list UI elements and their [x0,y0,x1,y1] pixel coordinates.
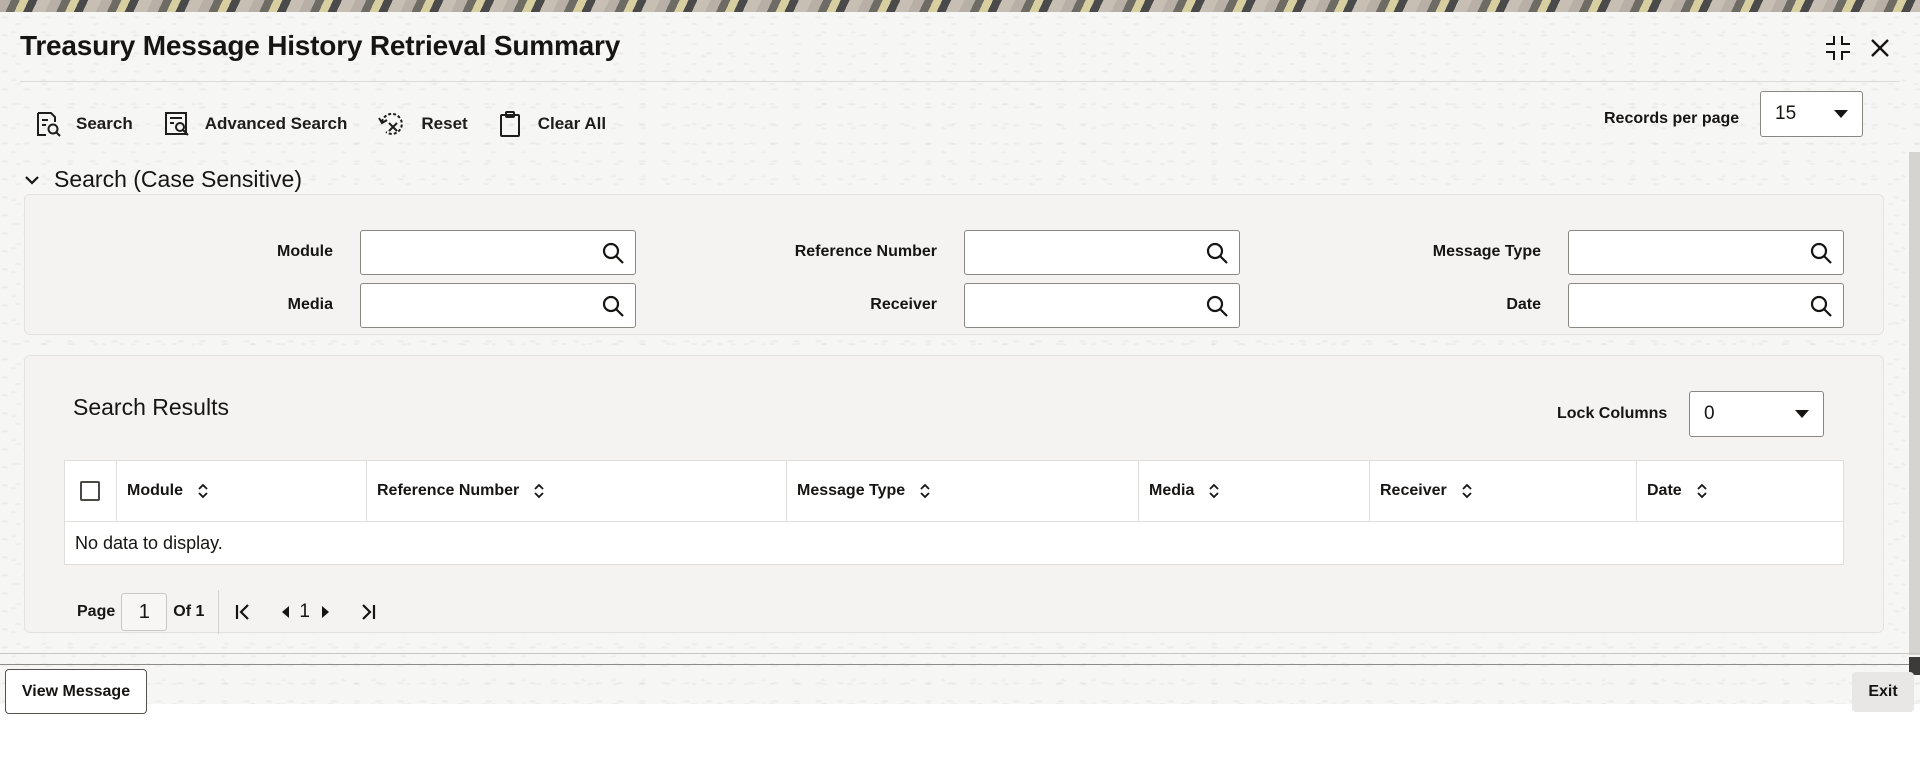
module-input[interactable] [361,231,581,274]
module-field[interactable] [360,230,636,275]
last-page-icon[interactable] [358,602,378,622]
column-label: Message Type [797,482,906,499]
chevron-down-icon [1795,410,1809,418]
search-icon[interactable] [601,294,625,323]
summary-window: Treasury Message History Retrieval Summa… [0,12,1920,714]
page-count-label: Of 1 [173,603,205,620]
column-label: Module [127,482,183,499]
column-header-module[interactable]: Module [117,461,367,521]
sort-icon[interactable] [1696,482,1708,500]
reset-button[interactable]: Reset [377,110,468,138]
page-number-input[interactable]: 1 [121,593,168,631]
pagination: Page 1 Of 1 1 [77,590,378,634]
column-label: Reference Number [377,482,520,499]
column-header-date[interactable]: Date [1637,461,1843,521]
search-icon[interactable] [1205,241,1229,270]
chevron-down-icon [1834,110,1848,118]
page-link-1[interactable]: 1 [299,601,310,623]
column-label: Date [1647,482,1682,499]
advanced-search-icon [164,112,189,136]
reference-number-label: Reference Number [794,243,937,260]
sort-icon[interactable] [1208,482,1220,500]
media-input[interactable] [361,284,581,327]
next-page-icon[interactable] [320,604,332,620]
lock-columns-value: 0 [1704,403,1715,424]
column-label: Receiver [1380,482,1447,499]
search-criteria-panel: Module Reference Number Message Type Med… [24,194,1884,335]
search-section-title: Search (Case Sensitive) [54,166,302,192]
vertical-scrollbar[interactable] [1909,152,1920,655]
collapse-icon[interactable] [1822,32,1854,64]
select-all-cell [65,461,117,521]
message-type-input[interactable] [1569,231,1789,274]
search-icon[interactable] [601,241,625,270]
column-header-message-type[interactable]: Message Type [787,461,1139,521]
search-icon[interactable] [1809,294,1833,323]
date-input[interactable] [1569,284,1789,327]
search-button[interactable]: Search [34,110,133,138]
clipboard-icon [499,111,520,137]
decorative-banner [0,0,1920,12]
chevron-down-icon [25,175,39,185]
column-header-reference-number[interactable]: Reference Number [367,461,787,521]
search-results-title: Search Results [73,394,229,420]
date-field[interactable] [1568,283,1844,328]
view-message-button[interactable]: View Message [5,669,147,714]
message-type-label: Message Type [1432,243,1541,260]
sort-icon[interactable] [533,482,545,500]
clear-all-button[interactable]: Clear All [498,110,606,138]
reference-number-field[interactable] [964,230,1240,275]
results-table: Module Reference Number Message Type Med… [64,460,1844,565]
reset-button-label: Reset [421,114,468,133]
media-label: Media [287,296,333,313]
footer-divider [0,653,1920,654]
exit-button[interactable]: Exit [1852,672,1914,712]
sort-icon[interactable] [197,482,209,500]
records-per-page-value: 15 [1775,103,1797,124]
search-section-toggle[interactable]: Search (Case Sensitive) [24,166,302,193]
reset-icon [378,112,404,135]
close-icon[interactable] [1864,32,1896,64]
select-all-checkbox[interactable] [80,481,100,501]
column-label: Media [1149,482,1195,499]
module-label: Module [277,243,333,260]
empty-table-message: No data to display. [75,533,223,553]
table-header: Module Reference Number Message Type Med… [65,461,1843,522]
media-field[interactable] [360,283,636,328]
previous-page-icon[interactable] [279,604,291,620]
records-per-page-select[interactable]: 15 [1760,91,1863,137]
lock-columns-select[interactable]: 0 [1689,391,1824,437]
records-per-page-label: Records per page [1604,110,1740,127]
clear-all-label: Clear All [537,114,607,133]
first-page-icon[interactable] [233,602,253,622]
toolbar: Search Advanced Search Reset Clear All [34,110,636,138]
page-label: Page [77,603,116,620]
advanced-search-button[interactable]: Advanced Search [163,110,348,138]
page-title: Treasury Message History Retrieval Summa… [20,30,621,61]
column-header-media[interactable]: Media [1139,461,1370,521]
lock-columns-label: Lock Columns [1557,405,1668,422]
sort-icon[interactable] [1461,482,1473,500]
pager-divider [218,590,220,634]
search-icon[interactable] [1809,241,1833,270]
reference-number-input[interactable] [965,231,1185,274]
message-type-field[interactable] [1568,230,1844,275]
title-divider [20,81,1900,82]
search-doc-icon [37,112,61,137]
receiver-label: Receiver [870,296,937,313]
current-page-value: 1 [138,600,150,623]
date-label: Date [1506,296,1541,313]
receiver-input[interactable] [965,284,1185,327]
search-button-label: Search [76,114,133,133]
footer-divider [0,664,1920,665]
app-root: Treasury Message History Retrieval Summa… [0,0,1920,763]
sort-icon[interactable] [919,482,931,500]
search-icon[interactable] [1205,294,1229,323]
advanced-search-label: Advanced Search [204,114,348,133]
column-header-receiver[interactable]: Receiver [1370,461,1637,521]
receiver-field[interactable] [964,283,1240,328]
